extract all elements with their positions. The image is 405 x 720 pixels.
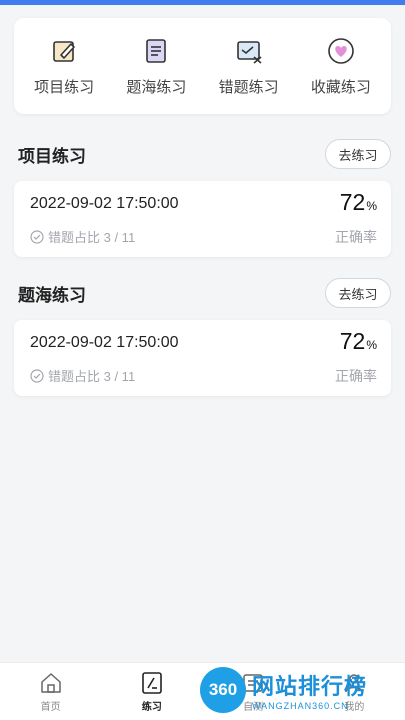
watermark-title: 网站排行榜 (252, 674, 368, 699)
accuracy-value: 72% (340, 189, 377, 216)
accuracy-value: 72% (340, 328, 377, 355)
edit-note-icon (53, 40, 75, 62)
go-practice-button[interactable]: 去练习 (325, 278, 391, 308)
watermark-logo: 360 (200, 667, 246, 713)
wrong-ratio-text: 错题占比 3 / 11 (48, 369, 136, 384)
accuracy-unit: % (366, 338, 377, 352)
quick-action-label: 项目练习 (34, 78, 95, 96)
quick-action-wrong-questions[interactable]: 错题练习 (204, 36, 294, 97)
tab-home[interactable]: 首页 (11, 671, 91, 713)
section-title: 题海练习 (18, 285, 86, 305)
accuracy-number: 72 (339, 328, 366, 354)
record-date: 2022-09-02 17:50:00 (30, 195, 179, 212)
accuracy-unit: % (366, 199, 377, 213)
section-header-question-sea: 题海练习 去练习 (18, 277, 391, 309)
accuracy-label: 正确率 (335, 229, 377, 245)
check-circle-icon (30, 368, 44, 383)
section-header-project: 项目练习 去练习 (18, 138, 391, 170)
tab-practice[interactable]: 练习 (112, 671, 192, 713)
check-circle-icon (30, 229, 44, 244)
wrong-answer-icon (236, 40, 262, 64)
tab-label: 首页 (40, 701, 61, 713)
wrong-ratio: 错题占比 3 / 11 (30, 227, 135, 246)
top-accent-strip (0, 0, 405, 5)
practice-icon (142, 671, 162, 694)
practice-record-card[interactable]: 2022-09-02 17:50:00 错题占比 3 / 11 72% 正确率 (14, 181, 391, 257)
wrong-ratio-text: 错题占比 3 / 11 (48, 230, 136, 245)
record-date: 2022-09-02 17:50:00 (30, 334, 179, 351)
quick-action-label: 收藏练习 (310, 78, 371, 96)
quick-action-project-practice[interactable]: 项目练习 (19, 36, 109, 97)
wrong-ratio: 错题占比 3 / 11 (30, 366, 135, 385)
quick-action-favorites[interactable]: 收藏练习 (296, 36, 386, 97)
watermark-text: 网站排行榜 WANGZHAN360.CN (252, 669, 367, 711)
quick-action-question-sea[interactable]: 题海练习 (111, 36, 201, 97)
section-title: 项目练习 (18, 146, 86, 166)
tab-label: 练习 (141, 701, 162, 713)
watermark-subtitle: WANGZHAN360.CN (252, 701, 349, 711)
heart-icon (328, 37, 354, 64)
go-practice-button[interactable]: 去练习 (325, 139, 391, 169)
practice-record-card[interactable]: 2022-09-02 17:50:00 错题占比 3 / 11 72% 正确率 (14, 320, 391, 396)
quick-action-label: 题海练习 (126, 78, 187, 96)
accuracy-number: 72 (339, 189, 366, 215)
quick-action-label: 错题练习 (218, 78, 279, 96)
quick-actions-card: 项目练习 题海练习 错题练习 收藏练习 (14, 18, 391, 114)
home-icon (40, 672, 61, 693)
accuracy-label: 正确率 (335, 368, 377, 384)
watermark-overlay: 360 网站排行榜 WANGZHAN360.CN (200, 660, 405, 720)
document-list-icon (146, 38, 167, 63)
